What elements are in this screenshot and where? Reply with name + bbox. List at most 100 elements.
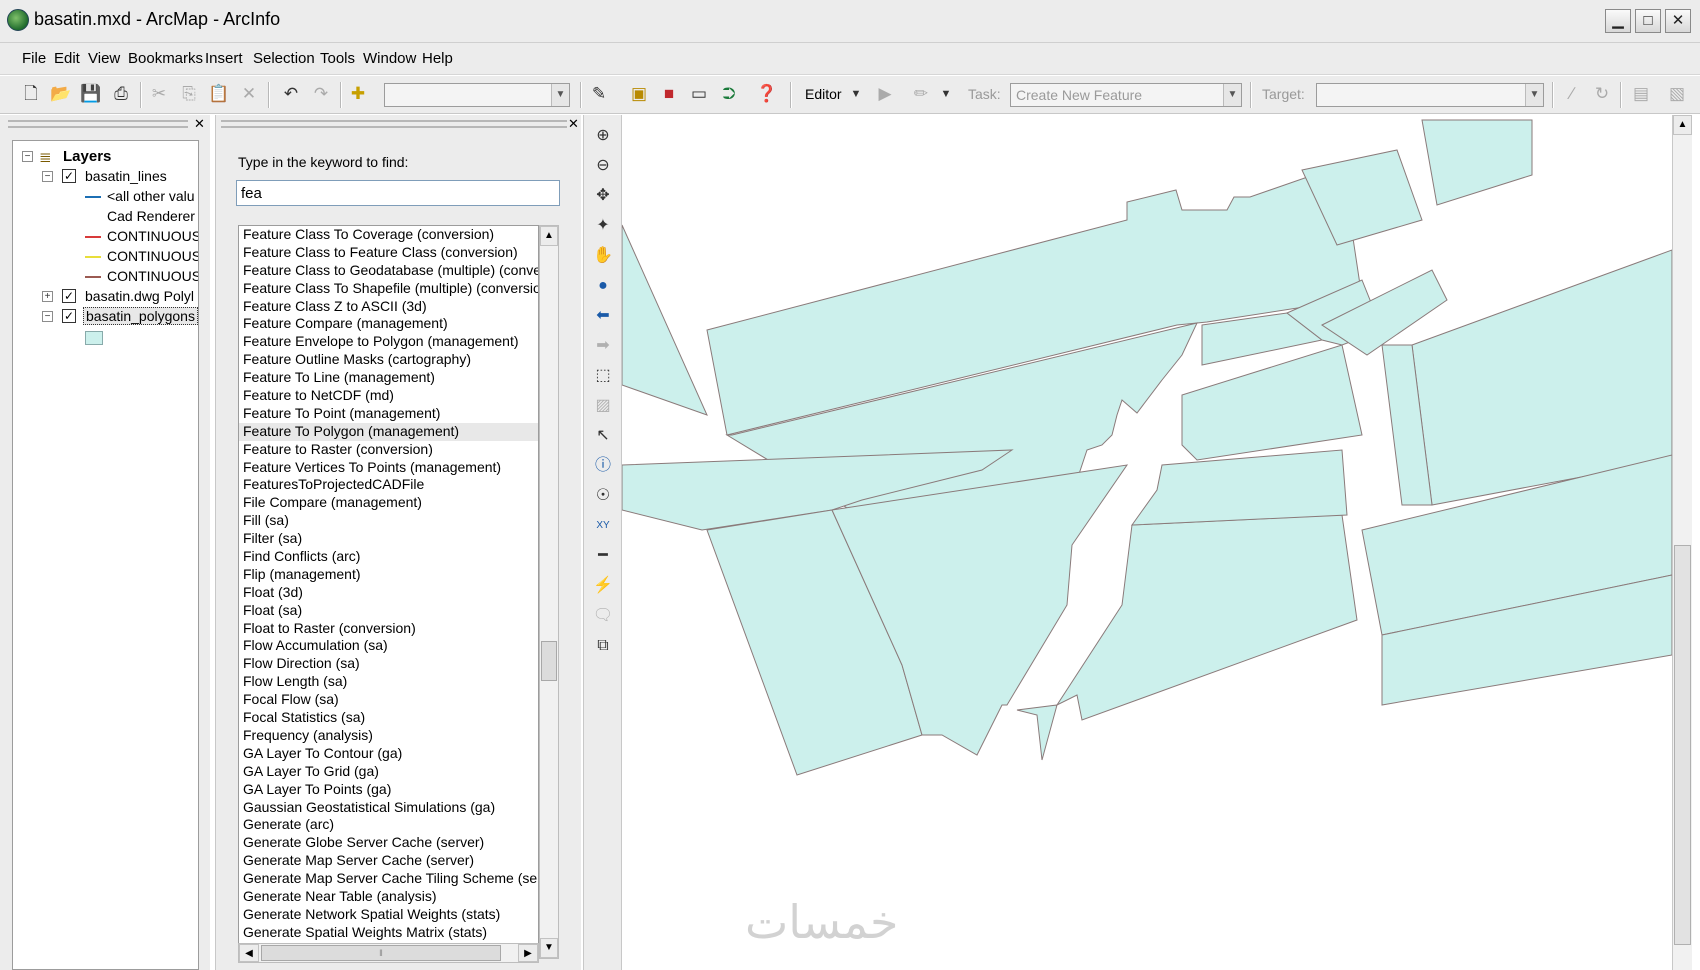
layer-checkbox[interactable]: ✓ (62, 309, 76, 323)
target-combo[interactable]: ▼ (1316, 83, 1544, 107)
layer-checkbox[interactable]: ✓ (62, 169, 76, 183)
delete-icon[interactable]: ✕ (238, 83, 260, 105)
tool-list-item[interactable]: Find Conflicts (arc) (239, 548, 538, 566)
arctoolbox-icon[interactable]: ▣ (628, 83, 650, 105)
create-viewer-window-icon[interactable]: ⧉ (592, 635, 614, 657)
go-to-xy-icon[interactable]: XY (592, 515, 614, 537)
tool-list-item[interactable]: FeaturesToProjectedCADFile (239, 476, 538, 494)
map-scale-combo[interactable]: ▼ (384, 83, 570, 107)
tool-list-item[interactable]: GA Layer To Points (ga) (239, 781, 538, 799)
map-parcel-polygon[interactable] (1055, 514, 1358, 721)
tool-list-item[interactable]: Feature To Point (management) (239, 405, 538, 423)
map-parcel-polygon[interactable] (1421, 119, 1533, 206)
map-vertical-scrollbar[interactable]: ▲ (1672, 115, 1692, 970)
tool-list-item[interactable]: GA Layer To Grid (ga) (239, 763, 538, 781)
tool-list-item[interactable]: Feature to NetCDF (md) (239, 387, 538, 405)
select-features-icon[interactable]: ⬚ (592, 365, 614, 387)
open-folder-icon[interactable]: 📂 (50, 83, 72, 105)
menu-bookmarks[interactable]: Bookmarks (128, 50, 203, 67)
tool-list-item[interactable]: Feature Class to Feature Class (conversi… (239, 244, 538, 262)
tool-list-item[interactable]: Generate Globe Server Cache (server) (239, 834, 538, 852)
pan-hand-icon[interactable]: ✋ (592, 245, 614, 267)
select-elements-arrow-icon[interactable]: ↖ (592, 425, 614, 447)
sketch-properties-icon[interactable]: ▧ (1666, 83, 1688, 105)
redo-icon[interactable]: ↷ (310, 83, 332, 105)
editor-toolbar-icon[interactable]: ✎ (588, 83, 610, 105)
tool-list-item[interactable]: Focal Flow (sa) (239, 691, 538, 709)
close-button[interactable]: ✕ (1665, 9, 1691, 33)
hyperlink-icon[interactable]: ⚡ (592, 575, 614, 597)
tool-list-item[interactable]: Generate Map Server Cache Tiling Scheme … (239, 870, 538, 888)
editor-menu[interactable]: Editor (805, 86, 842, 102)
task-combo[interactable]: Create New Feature ▼ (1010, 83, 1242, 107)
tool-list-item[interactable]: Feature Class To Coverage (conversion) (239, 226, 538, 244)
full-extent-globe-icon[interactable]: ● (592, 275, 614, 297)
html-popup-icon[interactable]: 🗨 (592, 605, 614, 627)
panel-grip[interactable] (8, 120, 188, 128)
tool-list-item[interactable]: Generate (arc) (239, 816, 538, 834)
tool-list-item[interactable]: Feature Outline Masks (cartography) (239, 351, 538, 369)
tool-list-item[interactable]: File Compare (management) (239, 494, 538, 512)
whats-this-help-icon[interactable]: ❓ (756, 83, 778, 105)
map-canvas[interactable] (622, 115, 1672, 970)
chevron-down-icon[interactable]: ▼ (845, 83, 867, 105)
panel-grip[interactable] (221, 120, 567, 128)
menu-view[interactable]: View (88, 50, 120, 67)
map-parcel-polygon[interactable] (622, 224, 708, 416)
tool-list-item[interactable]: Feature Compare (management) (239, 315, 538, 333)
tool-list-item[interactable]: Float to Raster (conversion) (239, 620, 538, 638)
scrollbar-thumb[interactable] (1674, 545, 1691, 945)
paste-icon[interactable]: 📋 (208, 83, 230, 105)
menu-window[interactable]: Window (363, 50, 416, 67)
scroll-down-icon[interactable]: ▼ (540, 938, 558, 958)
tool-list-item[interactable]: Fill (sa) (239, 512, 538, 530)
measure-icon[interactable]: ━ (592, 545, 614, 567)
chevron-down-icon[interactable]: ▼ (1223, 84, 1241, 106)
expand-icon[interactable]: + (42, 291, 53, 302)
tool-list-item[interactable]: Flow Accumulation (sa) (239, 637, 538, 655)
save-icon[interactable]: 💾 (80, 83, 102, 105)
tool-list-item[interactable]: Feature Vertices To Points (management) (239, 459, 538, 477)
fixed-zoom-out-icon[interactable]: ✦ (592, 215, 614, 237)
sketch-tool-icon[interactable]: ✏ (910, 83, 932, 105)
close-icon[interactable]: ✕ (568, 116, 579, 132)
tool-list-item[interactable]: Gaussian Geostatistical Simulations (ga) (239, 799, 538, 817)
tool-list-item[interactable]: Generate Map Server Cache (server) (239, 852, 538, 870)
minimize-button[interactable]: ▁ (1605, 9, 1631, 33)
search-input[interactable] (236, 180, 560, 206)
collapse-icon[interactable]: − (42, 311, 53, 322)
collapse-icon[interactable]: − (42, 171, 53, 182)
menu-tools[interactable]: Tools (320, 50, 355, 67)
tool-list-item[interactable]: Flip (management) (239, 566, 538, 584)
zoom-out-icon[interactable]: ⊖ (592, 155, 614, 177)
tool-results-list[interactable]: Feature Class To Coverage (conversion) Fe… (238, 225, 539, 959)
model-builder-icon[interactable]: ⮊ (718, 83, 740, 105)
tool-list-item[interactable]: Feature To Line (management) (239, 369, 538, 387)
menu-edit[interactable]: Edit (54, 50, 80, 67)
toolbox-icon[interactable]: ■ (658, 83, 680, 105)
map-parcel-polygon[interactable] (1130, 449, 1348, 526)
list-horizontal-scrollbar[interactable]: ◀ ‖ ▶ (238, 943, 539, 963)
maximize-button[interactable]: □ (1635, 9, 1661, 33)
list-vertical-scrollbar[interactable]: ▲ ▼ (539, 225, 559, 959)
tool-list-item[interactable]: Flow Direction (sa) (239, 655, 538, 673)
tool-list-item[interactable]: Feature Class to Geodatabase (multiple) … (239, 262, 538, 280)
tool-list-item[interactable]: Generate Spatial Weights Matrix (stats) (239, 924, 538, 942)
tool-list-item[interactable]: Feature Envelope to Polygon (management) (239, 333, 538, 351)
zoom-in-icon[interactable]: ⊕ (592, 125, 614, 147)
copy-icon[interactable]: ⎘ (178, 83, 200, 105)
identify-info-icon[interactable]: ⓘ (592, 455, 614, 477)
tool-list-item[interactable]: Filter (sa) (239, 530, 538, 548)
tool-list-item[interactable]: Feature To Polygon (management) (239, 422, 538, 441)
rotate-tool-icon[interactable]: ↻ (1591, 83, 1613, 105)
fixed-zoom-in-icon[interactable]: ✥ (592, 185, 614, 207)
tool-list-item[interactable]: Flow Length (sa) (239, 673, 538, 691)
tool-list-item[interactable]: Generate Near Table (analysis) (239, 888, 538, 906)
collapse-icon[interactable]: − (22, 151, 33, 162)
print-icon[interactable]: ⎙ (110, 83, 132, 105)
menu-help[interactable]: Help (422, 50, 453, 67)
find-binoculars-icon[interactable]: ☉ (592, 485, 614, 507)
close-icon[interactable]: ✕ (194, 116, 205, 132)
tool-list-item[interactable]: Feature Class Z to ASCII (3d) (239, 298, 538, 316)
scrollbar-thumb[interactable]: ‖ (261, 945, 501, 961)
